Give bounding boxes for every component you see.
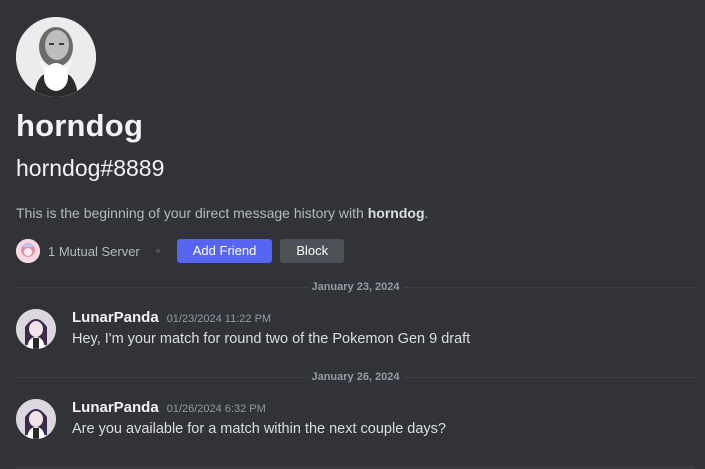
block-button[interactable]: Block [280,239,345,263]
profile-avatar[interactable] [16,17,96,97]
intro-prefix: This is the beginning of your direct mes… [16,205,368,221]
user-avatar-icon [16,399,56,439]
date-divider: January 23, 2024 [16,281,695,293]
add-friend-button[interactable]: Add Friend [176,239,273,263]
message-content: Are you available for a match within the… [72,421,446,437]
intro-suffix: . [424,205,429,221]
dm-intro-text: This is the beginning of your direct mes… [16,203,428,223]
date-divider: January 26, 2024 [16,371,695,383]
message-author[interactable]: LunarPanda [72,399,159,416]
message-header: LunarPanda 01/23/2024 11:22 PM [72,309,271,326]
profile-username-tag: horndog#8889 [16,155,165,181]
message-header: LunarPanda 01/26/2024 6:32 PM [72,399,266,416]
message-timestamp[interactable]: 01/23/2024 11:22 PM [167,313,271,325]
elderly-bearded-man-avatar-icon [16,17,96,97]
message-author[interactable]: LunarPanda [72,309,159,326]
message-timestamp[interactable]: 01/26/2024 6:32 PM [167,403,266,415]
intro-name: horndog [367,205,425,221]
user-avatar-icon [16,309,56,349]
profile-display-name: horndog [16,108,144,143]
avatar[interactable] [16,399,56,439]
mutual-servers-link[interactable]: 1 Mutual Server [48,244,140,259]
avatar[interactable] [16,309,56,349]
dm-channel: horndog horndog#8889 This is the beginni… [0,0,705,469]
message-content: Hey, I'm your match for round two of the… [72,331,471,347]
profile-actions: 1 Mutual Server Add Friend Block [16,239,345,263]
date-divider-label: January 26, 2024 [307,371,404,383]
mutual-server-icon[interactable] [16,239,40,263]
anime-server-icon [16,239,40,263]
date-divider-label: January 23, 2024 [307,281,404,293]
separator-dot [155,249,160,253]
